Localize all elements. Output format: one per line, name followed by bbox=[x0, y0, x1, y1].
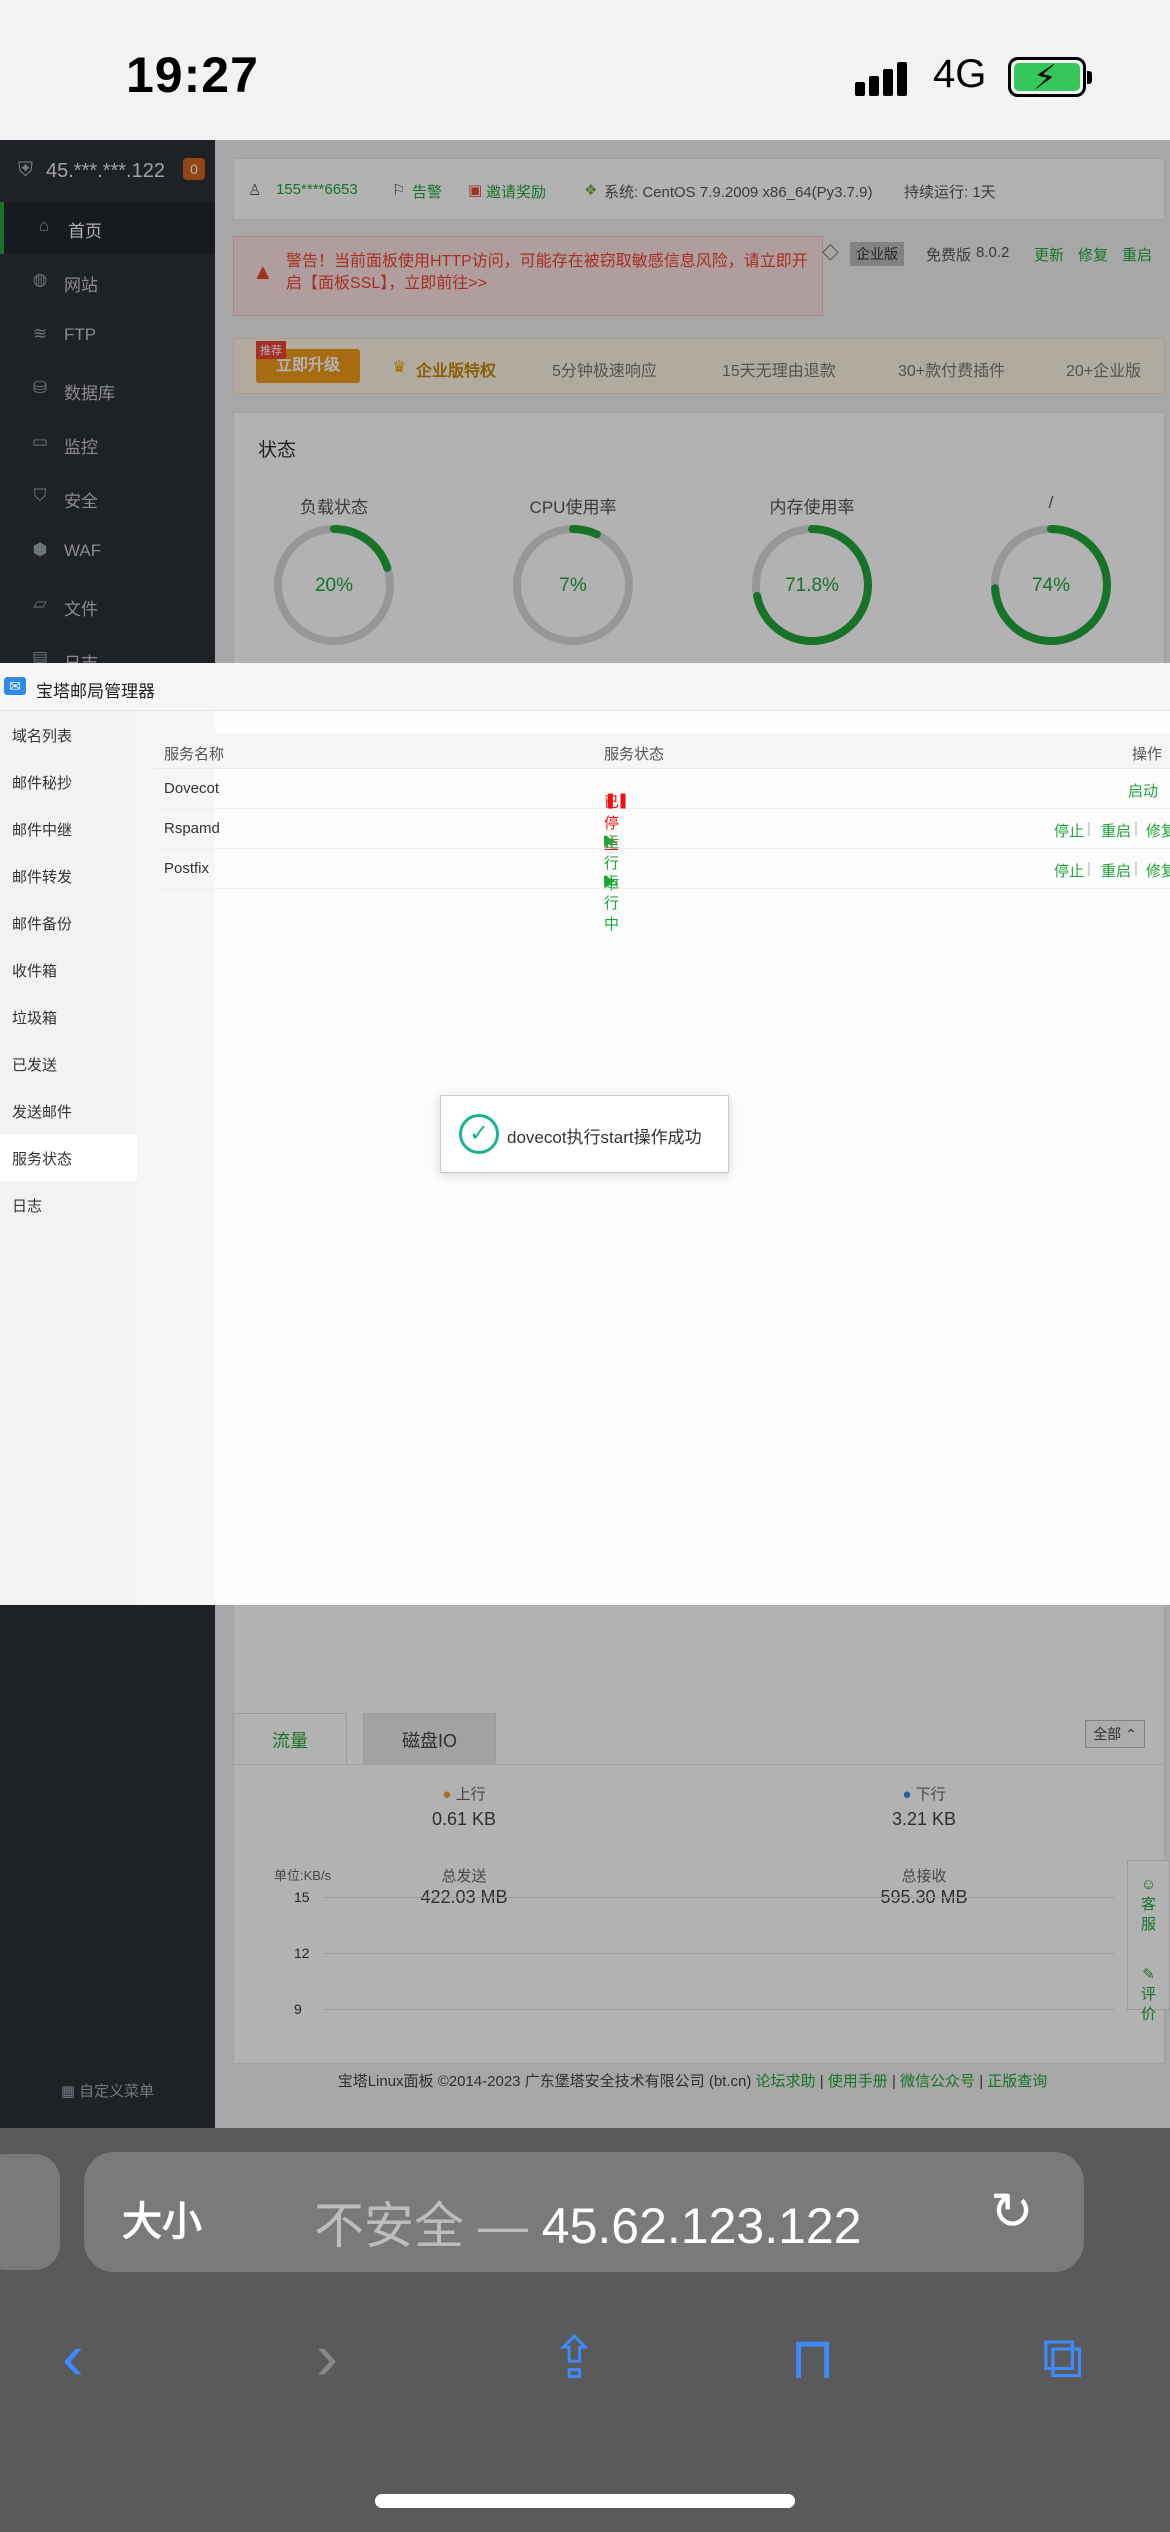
back-icon[interactable]: ‹ bbox=[62, 2318, 84, 2394]
dialog-header: ✉ 宝塔邮局管理器 bbox=[0, 663, 1170, 711]
mail-nav: 域名列表 邮件秘抄 邮件中继 邮件转发 邮件备份 收件箱 垃圾箱 已发送 发送邮件 服务状态 日志 bbox=[0, 711, 137, 1605]
table-row: Dovecot 已停止 ❚❚ 启动 bbox=[154, 769, 1170, 853]
battery-icon: ⚡ bbox=[1008, 57, 1092, 97]
mail-icon: ✉ bbox=[4, 677, 26, 695]
clock: 19:27 bbox=[126, 47, 259, 103]
mail-nav-item[interactable]: 邮件秘抄 bbox=[0, 758, 137, 805]
mail-nav-item[interactable]: 域名列表 bbox=[0, 711, 137, 758]
stop-status-icon: ❚❚ bbox=[604, 792, 630, 809]
table-row: Postfix 运行中 ▶ 停止 | 重启 | 修复 bbox=[154, 849, 1170, 933]
mail-nav-item[interactable]: 邮件备份 bbox=[0, 899, 137, 946]
mail-nav-item[interactable]: 已发送 bbox=[0, 1040, 137, 1087]
text-size-button[interactable]: 大小 bbox=[122, 2189, 202, 2247]
stop-button[interactable]: 停止 bbox=[1054, 820, 1084, 841]
network-type: 4G bbox=[933, 52, 987, 96]
success-toast: ✓ dovecot执行start操作成功 bbox=[440, 1095, 729, 1173]
check-circle-icon: ✓ bbox=[459, 1114, 499, 1154]
toast-message: dovecot执行start操作成功 bbox=[507, 1128, 702, 1147]
browser-toolbar: 大小 不安全 — 45.62.123.122 ↻ ‹ › ⇪ ⊓ ⧉ bbox=[0, 2128, 1170, 2532]
ios-status-bar: 19:27 4G ⚡ bbox=[0, 0, 1170, 140]
share-icon[interactable]: ⇪ bbox=[550, 2324, 599, 2392]
stop-button[interactable]: 停止 bbox=[1054, 860, 1084, 881]
signal-icon bbox=[855, 60, 915, 96]
restart-button[interactable]: 重启 bbox=[1101, 860, 1131, 881]
reload-icon[interactable]: ↻ bbox=[990, 2182, 1034, 2242]
mail-nav-item[interactable]: 发送邮件 bbox=[0, 1087, 137, 1134]
start-button[interactable]: 启动 bbox=[1128, 780, 1158, 801]
table-header: 服务名称 服务状态 操作 bbox=[154, 733, 1170, 769]
restart-button[interactable]: 重启 bbox=[1101, 820, 1131, 841]
mail-nav-item[interactable]: 服务状态 bbox=[0, 1134, 137, 1181]
service-name: Rspamd bbox=[164, 820, 220, 837]
previous-tab-card[interactable] bbox=[0, 2154, 60, 2270]
play-icon: ▶ bbox=[604, 872, 616, 889]
home-indicator bbox=[375, 2494, 795, 2508]
address-bar[interactable]: 大小 不安全 — 45.62.123.122 ↻ bbox=[84, 2152, 1084, 2272]
forward-icon[interactable]: › bbox=[316, 2318, 338, 2394]
service-name: Dovecot bbox=[164, 780, 220, 797]
mail-nav-item[interactable]: 邮件中继 bbox=[0, 805, 137, 852]
mail-nav-item[interactable]: 垃圾箱 bbox=[0, 993, 137, 1040]
play-icon: ▶ bbox=[604, 832, 616, 849]
repair-button[interactable]: 修复 bbox=[1146, 860, 1170, 881]
url-text: 不安全 — 45.62.123.122 bbox=[314, 2198, 862, 2254]
dialog-title: 宝塔邮局管理器 bbox=[36, 682, 155, 701]
mail-nav-item[interactable]: 邮件转发 bbox=[0, 852, 137, 899]
tabs-icon[interactable]: ⧉ bbox=[1042, 2324, 1083, 2392]
mail-nav-item[interactable]: 日志 bbox=[0, 1181, 137, 1228]
mail-nav-item[interactable]: 收件箱 bbox=[0, 946, 137, 993]
col-service-name: 服务名称 bbox=[164, 746, 225, 763]
col-service-status: 服务状态 bbox=[604, 746, 665, 763]
repair-button[interactable]: 修复 bbox=[1146, 820, 1170, 841]
bookmarks-icon[interactable]: ⊓ bbox=[790, 2324, 835, 2392]
service-name: Postfix bbox=[164, 860, 210, 877]
col-actions: 操作 bbox=[1132, 746, 1163, 763]
table-row: Rspamd 运行中 ▶ 停止 | 重启 | 修复 bbox=[154, 809, 1170, 893]
